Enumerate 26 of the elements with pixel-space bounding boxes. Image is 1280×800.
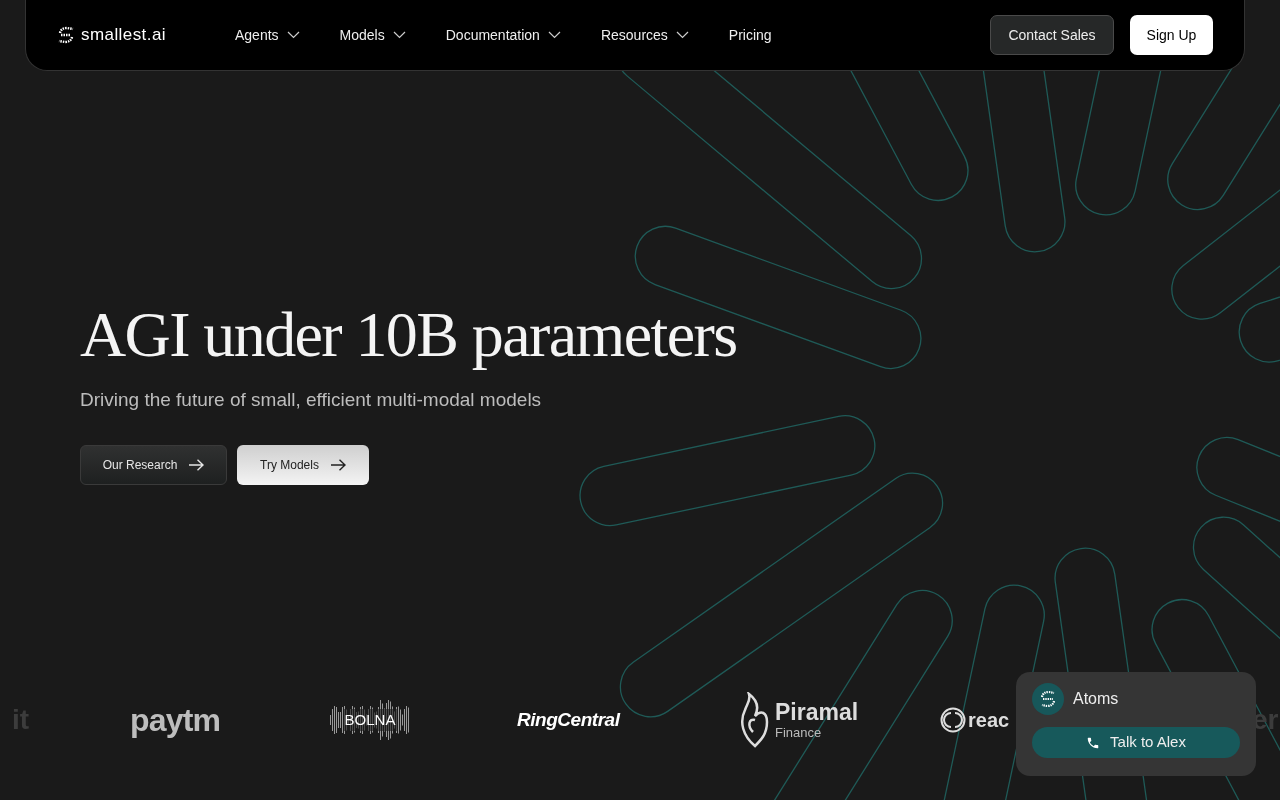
- arrow-right-icon: [330, 458, 346, 471]
- partner-logo: paytm: [130, 701, 221, 740]
- partner-logo: RingCentral: [517, 707, 620, 732]
- research-button[interactable]: Our Research: [80, 444, 227, 485]
- partner-logo: BOLNA: [330, 695, 410, 745]
- nav-link[interactable]: Agents: [235, 24, 300, 46]
- sign-up-button[interactable]: Sign Up: [1130, 15, 1213, 55]
- nav-link[interactable]: Documentation: [445, 24, 561, 46]
- partner-logo: reac: [968, 708, 1010, 733]
- logo-icon: [1032, 683, 1064, 715]
- widget-title: Atoms: [1073, 689, 1119, 709]
- contact-sales-button[interactable]: Contact Sales: [990, 15, 1114, 55]
- partner-logo-subtitle: Finance: [775, 726, 823, 739]
- brand-logo[interactable]: smallest.ai: [57, 22, 235, 48]
- nav-link[interactable]: Pricing: [728, 24, 772, 46]
- nav-link[interactable]: Resources: [600, 24, 689, 46]
- nav-link[interactable]: Models: [339, 24, 406, 46]
- hero-subtitle: Driving the future of small, efficient multi-modal models: [80, 388, 543, 413]
- talk-button[interactable]: Talk to Alex: [1032, 727, 1240, 758]
- try-models-button[interactable]: Try Models: [237, 444, 369, 485]
- hero-title: AGI under 10B parameters: [80, 300, 737, 371]
- logo-icon: [57, 26, 75, 44]
- partner-logo: Piramal: [775, 701, 859, 724]
- phone-icon: [1086, 735, 1101, 750]
- arrow-right-icon: [189, 458, 205, 471]
- ring-icon: [940, 707, 966, 733]
